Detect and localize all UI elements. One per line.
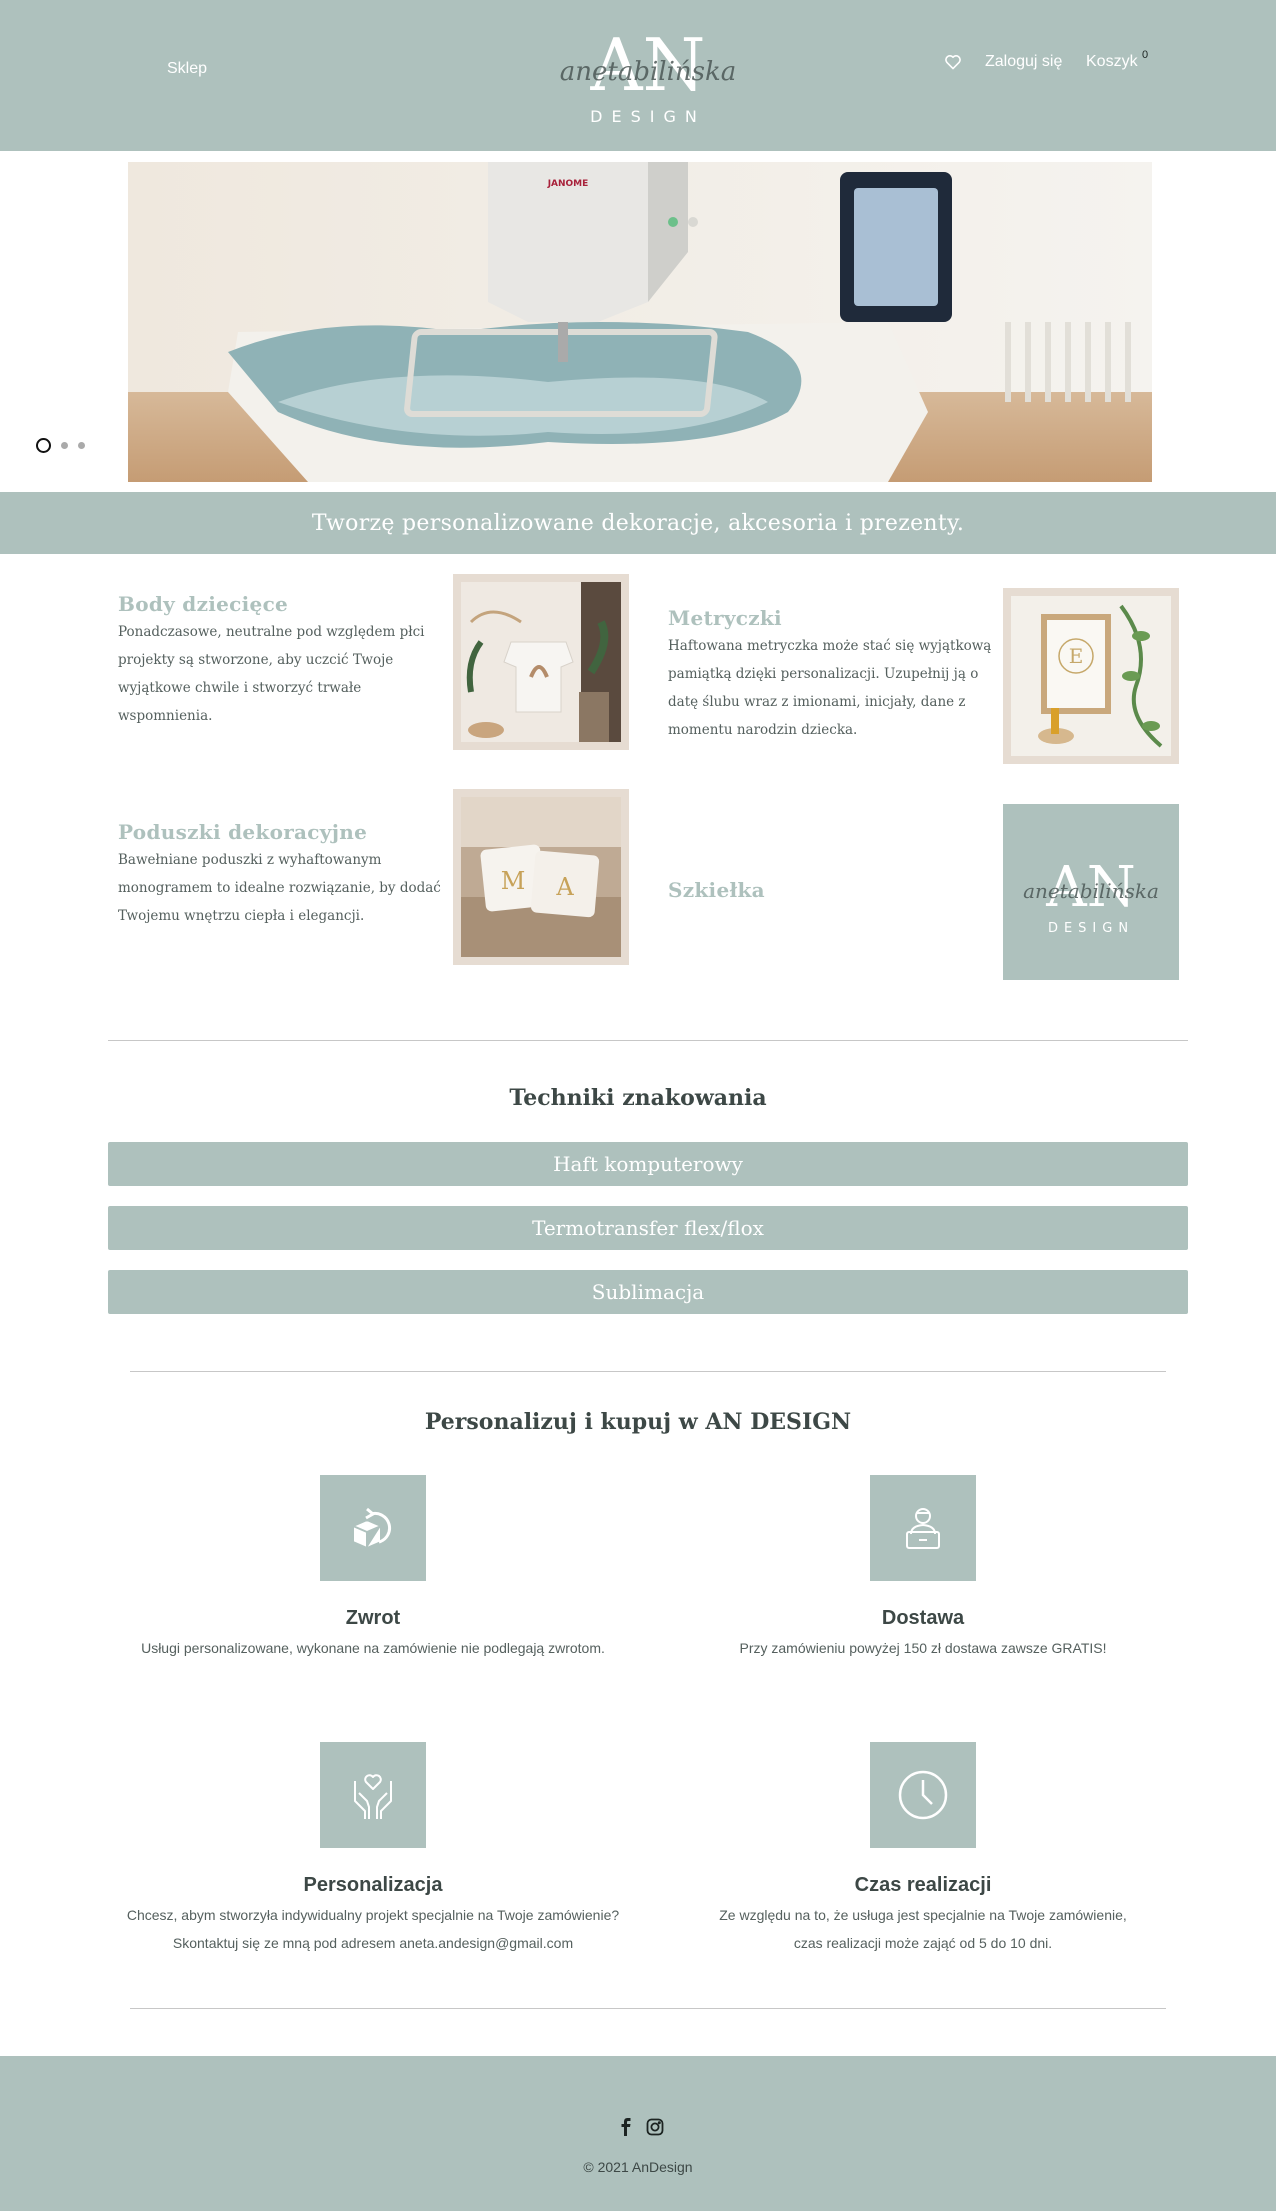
category-description: Bawełniane poduszki z wyhaftowanym monog… [118, 852, 441, 924]
feature-title: Zwrot [345, 1607, 401, 1629]
category-title[interactable]: Poduszki dekoracyjne [118, 820, 448, 844]
feature-title: Dostawa [881, 1607, 965, 1629]
cart-link[interactable]: Koszyk [1086, 53, 1138, 71]
feature-personalization: Personalizacja Chcesz, abym stworzyła in… [93, 1742, 653, 1957]
category-title[interactable]: Metryczki [668, 606, 1008, 630]
feature-lead-time: Czas realizacji Ze względu na to, że usł… [643, 1742, 1203, 1957]
social-links [620, 2118, 664, 2136]
technique-thermotransfer-button[interactable]: Termotransfer flex/flox [108, 1206, 1188, 1250]
category-poduszki[interactable]: Poduszki dekoracyjne Bawełniane poduszki… [118, 820, 448, 930]
category-metryczki[interactable]: Metryczki Haftowana metryczka może stać … [668, 606, 1008, 744]
hero-slide-image: JANOME [128, 162, 1152, 482]
slider-dot-2[interactable] [61, 442, 68, 449]
wishlist-heart-icon[interactable] [944, 54, 962, 70]
feature-icon-box [320, 1475, 426, 1581]
section-divider [130, 2008, 1166, 2009]
slider-dot-3[interactable] [78, 442, 85, 449]
feature-description: Chcesz, abym stworzyła indywidualny proj… [126, 1907, 620, 1951]
section-divider [108, 1040, 1188, 1041]
feature-delivery: Dostawa Przy zamówieniu powyżej 150 zł d… [643, 1475, 1203, 1662]
feature-icon-box [870, 1475, 976, 1581]
login-link[interactable]: Zaloguj się [985, 53, 1062, 71]
techniques-title: Techniki znakowania [509, 1085, 767, 1111]
category-szkielka[interactable]: Szkiełka [668, 878, 1008, 902]
site-footer: © 2021 AnDesign [0, 2056, 1276, 2211]
category-body[interactable]: Body dziecięce Ponadczasowe, neutralne p… [118, 592, 448, 730]
category-image-poduszki[interactable]: M A [453, 789, 629, 965]
hands-heart-icon [354, 1774, 392, 1819]
metryczka-letter: E [1069, 644, 1084, 668]
features-title: Personalizuj i kupuj w AN DESIGN [424, 1409, 852, 1435]
feature-description: Usługi personalizowane, wykonane na zamó… [141, 1640, 605, 1656]
tagline-bar: Tworzę personalizowane dekoracje, akceso… [0, 492, 1276, 554]
category-description: Ponadczasowe, neutralne pod względem płc… [118, 624, 425, 724]
facebook-icon[interactable] [620, 2118, 632, 2136]
category-image-body[interactable] [453, 574, 629, 750]
cart-count-badge: 0 [1142, 49, 1149, 61]
tagline-text: Tworzę personalizowane dekoracje, akceso… [311, 510, 965, 536]
site-logo[interactable]: AN anetabilińska DESIGN [533, 28, 763, 128]
nav-shop-link[interactable]: Sklep [167, 60, 207, 78]
copyright-text: © 2021 AnDesign [583, 2159, 693, 2175]
feature-icon-box [870, 1742, 976, 1848]
category-title[interactable]: Szkiełka [668, 878, 1008, 902]
category-image-szkielka[interactable]: AN anetabilińska DESIGN [1003, 804, 1179, 980]
feature-return: Zwrot Usługi personalizowane, wykonane n… [93, 1475, 653, 1662]
pillow-letter-2: A [555, 873, 574, 901]
technique-embroidery-button[interactable]: Haft komputerowy [108, 1142, 1188, 1186]
technique-sublimation-button[interactable]: Sublimacja [108, 1270, 1188, 1314]
slider-dots [36, 438, 85, 453]
return-box-icon [352, 1507, 392, 1549]
delivery-person-icon [906, 1508, 940, 1549]
feature-title: Czas realizacji [854, 1874, 992, 1896]
slider-dot-1[interactable] [36, 438, 51, 453]
feature-icon-box [320, 1742, 426, 1848]
pillow-letter-1: M [501, 867, 526, 895]
placeholder-logo-script: anetabilińska [1023, 879, 1159, 903]
feature-title: Personalizacja [303, 1874, 443, 1896]
category-description: Haftowana metryczka może stać się wyjątk… [668, 638, 992, 738]
instagram-icon[interactable] [646, 2118, 664, 2136]
site-header: Sklep AN anetabilińska DESIGN Zaloguj si… [0, 0, 1276, 151]
clock-icon [898, 1770, 948, 1820]
feature-description: Przy zamówieniu powyżej 150 zł dostawa z… [739, 1640, 1107, 1656]
placeholder-logo-word: DESIGN [1048, 921, 1134, 936]
category-image-metryczki[interactable]: E [1003, 588, 1179, 764]
feature-description: Ze względu na to, że usługa jest specjal… [719, 1907, 1127, 1951]
logo-word: DESIGN [590, 107, 706, 126]
section-divider [130, 1371, 1166, 1372]
category-title[interactable]: Body dziecięce [118, 592, 448, 616]
hero-brand-text: JANOME [547, 179, 589, 189]
logo-script: anetabilińska [560, 57, 737, 87]
